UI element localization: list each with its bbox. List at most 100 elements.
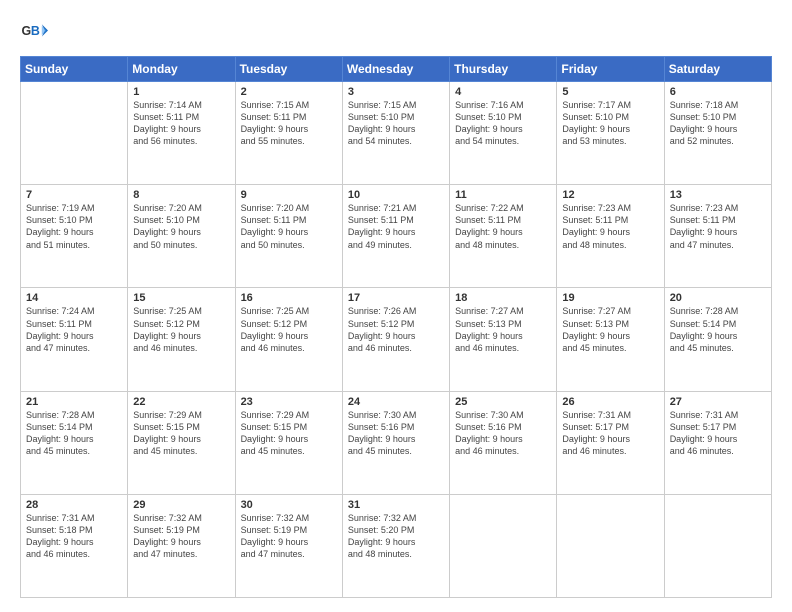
calendar-cell: 27Sunrise: 7:31 AM Sunset: 5:17 PM Dayli…	[664, 391, 771, 494]
day-info: Sunrise: 7:16 AM Sunset: 5:10 PM Dayligh…	[455, 99, 551, 148]
calendar-cell: 8Sunrise: 7:20 AM Sunset: 5:10 PM Daylig…	[128, 185, 235, 288]
day-number: 3	[348, 86, 444, 98]
calendar-cell: 10Sunrise: 7:21 AM Sunset: 5:11 PM Dayli…	[342, 185, 449, 288]
day-info: Sunrise: 7:15 AM Sunset: 5:11 PM Dayligh…	[241, 99, 337, 148]
day-info: Sunrise: 7:20 AM Sunset: 5:11 PM Dayligh…	[241, 202, 337, 251]
calendar-cell: 25Sunrise: 7:30 AM Sunset: 5:16 PM Dayli…	[450, 391, 557, 494]
calendar-cell: 20Sunrise: 7:28 AM Sunset: 5:14 PM Dayli…	[664, 288, 771, 391]
calendar-header-sunday: Sunday	[21, 57, 128, 82]
day-info: Sunrise: 7:31 AM Sunset: 5:18 PM Dayligh…	[26, 512, 122, 561]
calendar-cell: 22Sunrise: 7:29 AM Sunset: 5:15 PM Dayli…	[128, 391, 235, 494]
day-number: 20	[670, 292, 766, 304]
day-info: Sunrise: 7:29 AM Sunset: 5:15 PM Dayligh…	[133, 409, 229, 458]
calendar-cell: 28Sunrise: 7:31 AM Sunset: 5:18 PM Dayli…	[21, 494, 128, 597]
day-info: Sunrise: 7:18 AM Sunset: 5:10 PM Dayligh…	[670, 99, 766, 148]
calendar-cell: 19Sunrise: 7:27 AM Sunset: 5:13 PM Dayli…	[557, 288, 664, 391]
logo-icon: G B	[20, 18, 48, 46]
day-info: Sunrise: 7:30 AM Sunset: 5:16 PM Dayligh…	[455, 409, 551, 458]
day-info: Sunrise: 7:23 AM Sunset: 5:11 PM Dayligh…	[670, 202, 766, 251]
calendar-cell: 17Sunrise: 7:26 AM Sunset: 5:12 PM Dayli…	[342, 288, 449, 391]
calendar-cell: 2Sunrise: 7:15 AM Sunset: 5:11 PM Daylig…	[235, 82, 342, 185]
calendar-header-tuesday: Tuesday	[235, 57, 342, 82]
calendar-cell: 11Sunrise: 7:22 AM Sunset: 5:11 PM Dayli…	[450, 185, 557, 288]
calendar-week-row: 28Sunrise: 7:31 AM Sunset: 5:18 PM Dayli…	[21, 494, 772, 597]
day-info: Sunrise: 7:20 AM Sunset: 5:10 PM Dayligh…	[133, 202, 229, 251]
day-info: Sunrise: 7:25 AM Sunset: 5:12 PM Dayligh…	[133, 305, 229, 354]
day-number: 1	[133, 86, 229, 98]
day-number: 13	[670, 189, 766, 201]
calendar-cell: 29Sunrise: 7:32 AM Sunset: 5:19 PM Dayli…	[128, 494, 235, 597]
day-number: 14	[26, 292, 122, 304]
day-info: Sunrise: 7:21 AM Sunset: 5:11 PM Dayligh…	[348, 202, 444, 251]
day-number: 9	[241, 189, 337, 201]
day-info: Sunrise: 7:31 AM Sunset: 5:17 PM Dayligh…	[670, 409, 766, 458]
logo: G B	[20, 18, 52, 46]
calendar-header-thursday: Thursday	[450, 57, 557, 82]
calendar-week-row: 1Sunrise: 7:14 AM Sunset: 5:11 PM Daylig…	[21, 82, 772, 185]
svg-text:B: B	[31, 24, 40, 38]
day-number: 4	[455, 86, 551, 98]
day-number: 22	[133, 396, 229, 408]
calendar-cell	[664, 494, 771, 597]
day-info: Sunrise: 7:29 AM Sunset: 5:15 PM Dayligh…	[241, 409, 337, 458]
calendar-week-row: 7Sunrise: 7:19 AM Sunset: 5:10 PM Daylig…	[21, 185, 772, 288]
day-number: 6	[670, 86, 766, 98]
calendar-cell: 12Sunrise: 7:23 AM Sunset: 5:11 PM Dayli…	[557, 185, 664, 288]
day-number: 27	[670, 396, 766, 408]
day-info: Sunrise: 7:27 AM Sunset: 5:13 PM Dayligh…	[455, 305, 551, 354]
day-number: 25	[455, 396, 551, 408]
day-info: Sunrise: 7:19 AM Sunset: 5:10 PM Dayligh…	[26, 202, 122, 251]
calendar-cell: 30Sunrise: 7:32 AM Sunset: 5:19 PM Dayli…	[235, 494, 342, 597]
calendar-cell: 31Sunrise: 7:32 AM Sunset: 5:20 PM Dayli…	[342, 494, 449, 597]
day-number: 30	[241, 499, 337, 511]
day-number: 7	[26, 189, 122, 201]
day-info: Sunrise: 7:17 AM Sunset: 5:10 PM Dayligh…	[562, 99, 658, 148]
calendar-cell: 24Sunrise: 7:30 AM Sunset: 5:16 PM Dayli…	[342, 391, 449, 494]
day-info: Sunrise: 7:24 AM Sunset: 5:11 PM Dayligh…	[26, 305, 122, 354]
calendar-cell: 21Sunrise: 7:28 AM Sunset: 5:14 PM Dayli…	[21, 391, 128, 494]
calendar-cell: 26Sunrise: 7:31 AM Sunset: 5:17 PM Dayli…	[557, 391, 664, 494]
calendar-cell: 9Sunrise: 7:20 AM Sunset: 5:11 PM Daylig…	[235, 185, 342, 288]
calendar-cell: 23Sunrise: 7:29 AM Sunset: 5:15 PM Dayli…	[235, 391, 342, 494]
calendar-cell: 13Sunrise: 7:23 AM Sunset: 5:11 PM Dayli…	[664, 185, 771, 288]
day-info: Sunrise: 7:32 AM Sunset: 5:19 PM Dayligh…	[241, 512, 337, 561]
calendar-header-friday: Friday	[557, 57, 664, 82]
day-number: 31	[348, 499, 444, 511]
day-number: 26	[562, 396, 658, 408]
day-number: 29	[133, 499, 229, 511]
day-number: 10	[348, 189, 444, 201]
calendar-week-row: 14Sunrise: 7:24 AM Sunset: 5:11 PM Dayli…	[21, 288, 772, 391]
day-info: Sunrise: 7:32 AM Sunset: 5:20 PM Dayligh…	[348, 512, 444, 561]
calendar-cell: 1Sunrise: 7:14 AM Sunset: 5:11 PM Daylig…	[128, 82, 235, 185]
day-number: 16	[241, 292, 337, 304]
day-number: 21	[26, 396, 122, 408]
day-info: Sunrise: 7:32 AM Sunset: 5:19 PM Dayligh…	[133, 512, 229, 561]
calendar-table: SundayMondayTuesdayWednesdayThursdayFrid…	[20, 56, 772, 598]
calendar-header-saturday: Saturday	[664, 57, 771, 82]
day-info: Sunrise: 7:22 AM Sunset: 5:11 PM Dayligh…	[455, 202, 551, 251]
calendar-cell: 4Sunrise: 7:16 AM Sunset: 5:10 PM Daylig…	[450, 82, 557, 185]
calendar-week-row: 21Sunrise: 7:28 AM Sunset: 5:14 PM Dayli…	[21, 391, 772, 494]
calendar-header-monday: Monday	[128, 57, 235, 82]
calendar-cell: 15Sunrise: 7:25 AM Sunset: 5:12 PM Dayli…	[128, 288, 235, 391]
page-header: G B	[20, 18, 772, 46]
day-number: 11	[455, 189, 551, 201]
calendar-cell	[557, 494, 664, 597]
svg-text:G: G	[22, 24, 32, 38]
calendar-header-wednesday: Wednesday	[342, 57, 449, 82]
calendar-cell: 5Sunrise: 7:17 AM Sunset: 5:10 PM Daylig…	[557, 82, 664, 185]
day-number: 2	[241, 86, 337, 98]
day-info: Sunrise: 7:15 AM Sunset: 5:10 PM Dayligh…	[348, 99, 444, 148]
day-number: 5	[562, 86, 658, 98]
day-info: Sunrise: 7:26 AM Sunset: 5:12 PM Dayligh…	[348, 305, 444, 354]
calendar-cell: 7Sunrise: 7:19 AM Sunset: 5:10 PM Daylig…	[21, 185, 128, 288]
calendar-cell: 18Sunrise: 7:27 AM Sunset: 5:13 PM Dayli…	[450, 288, 557, 391]
day-number: 12	[562, 189, 658, 201]
calendar-cell	[450, 494, 557, 597]
day-info: Sunrise: 7:27 AM Sunset: 5:13 PM Dayligh…	[562, 305, 658, 354]
day-number: 24	[348, 396, 444, 408]
day-number: 17	[348, 292, 444, 304]
day-info: Sunrise: 7:14 AM Sunset: 5:11 PM Dayligh…	[133, 99, 229, 148]
day-info: Sunrise: 7:28 AM Sunset: 5:14 PM Dayligh…	[670, 305, 766, 354]
calendar-header-row: SundayMondayTuesdayWednesdayThursdayFrid…	[21, 57, 772, 82]
